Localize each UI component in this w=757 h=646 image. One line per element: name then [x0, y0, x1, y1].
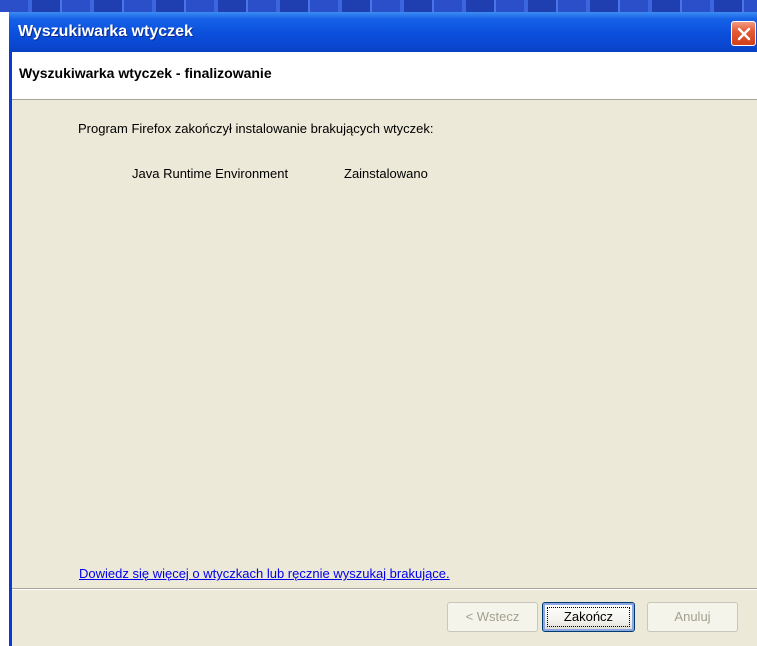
divider	[12, 588, 757, 590]
close-icon	[737, 27, 751, 41]
wizard-header: Wyszukiwarka wtyczek - finalizowanie	[12, 52, 757, 100]
close-button[interactable]	[731, 21, 756, 46]
cancel-button-label: Anuluj	[674, 609, 711, 624]
cancel-button[interactable]: Anuluj	[647, 602, 738, 632]
finish-button-label: Zakończ	[563, 609, 614, 624]
desktop-edge	[0, 12, 9, 646]
back-button-label: < Wstecz	[465, 609, 520, 624]
plugin-name: Java Runtime Environment	[132, 166, 289, 181]
back-button[interactable]: < Wstecz	[447, 602, 538, 632]
title-bar[interactable]: Wyszukiwarka wtyczek	[9, 12, 757, 52]
plugin-status: Zainstalowano	[344, 166, 428, 181]
page-title: Wyszukiwarka wtyczek - finalizowanie	[19, 65, 272, 81]
background-strip	[0, 0, 757, 12]
intro-text: Program Firefox zakończył instalowanie b…	[78, 121, 434, 136]
window-title: Wyszukiwarka wtyczek	[18, 23, 193, 40]
help-link[interactable]: Dowiedz się więcej o wtyczkach lub ręczn…	[79, 566, 450, 581]
plugin-finder-window: Wyszukiwarka wtyczek Wyszukiwarka wtycze…	[9, 12, 757, 646]
dialog-body: Wyszukiwarka wtyczek - finalizowanie Pro…	[12, 52, 757, 646]
finish-button[interactable]: Zakończ	[542, 602, 635, 632]
